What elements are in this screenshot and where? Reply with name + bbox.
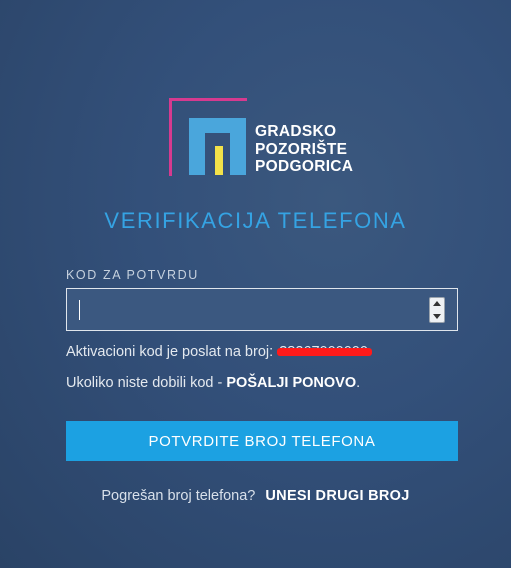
phone-number: 38267000000 xyxy=(277,344,372,360)
logo-line-1: GRADSKO xyxy=(255,123,337,140)
enter-other-number-link[interactable]: UNESI DRUGI BROJ xyxy=(265,488,409,504)
resend-suffix: . xyxy=(356,375,361,391)
logo-line-2: POZORIŠTE xyxy=(255,140,348,158)
code-sent-message: Aktivacioni kod je poslat na broj: 38267… xyxy=(66,344,372,360)
verification-code-field[interactable] xyxy=(66,288,458,331)
number-spinner[interactable] xyxy=(429,297,445,323)
theatre-logo: GRADSKO POZORIŠTE PODGORICA xyxy=(169,98,359,180)
verification-code-input[interactable] xyxy=(67,289,457,330)
redaction-mark xyxy=(277,348,372,356)
code-field-label: KOD ZA POTVRDU xyxy=(66,268,199,282)
logo-wordmark: GRADSKO POZORIŠTE PODGORICA xyxy=(255,123,353,176)
wrong-number-row: Pogrešan broj telefona? UNESI DRUGI BROJ xyxy=(0,488,511,504)
logo-line-3: PODGORICA xyxy=(255,158,354,175)
logo-mark-icon xyxy=(189,118,246,175)
text-caret xyxy=(79,300,80,320)
decrement-arrow-icon[interactable] xyxy=(430,310,444,322)
resend-message: Ukoliko niste dobili kod - POŠALJI PONOV… xyxy=(66,375,360,391)
not-received-text: Ukoliko niste dobili kod - xyxy=(66,375,223,391)
confirm-phone-button[interactable]: POTVRDITE BROJ TELEFONA xyxy=(66,421,458,461)
page-title: VERIFIKACIJA TELEFONA xyxy=(104,208,407,233)
resend-code-link[interactable]: POŠALJI PONOVO xyxy=(226,375,356,391)
wrong-number-text: Pogrešan broj telefona? xyxy=(101,488,256,504)
increment-arrow-icon[interactable] xyxy=(430,298,444,310)
code-sent-text: Aktivacioni kod je poslat na broj: xyxy=(66,344,274,360)
